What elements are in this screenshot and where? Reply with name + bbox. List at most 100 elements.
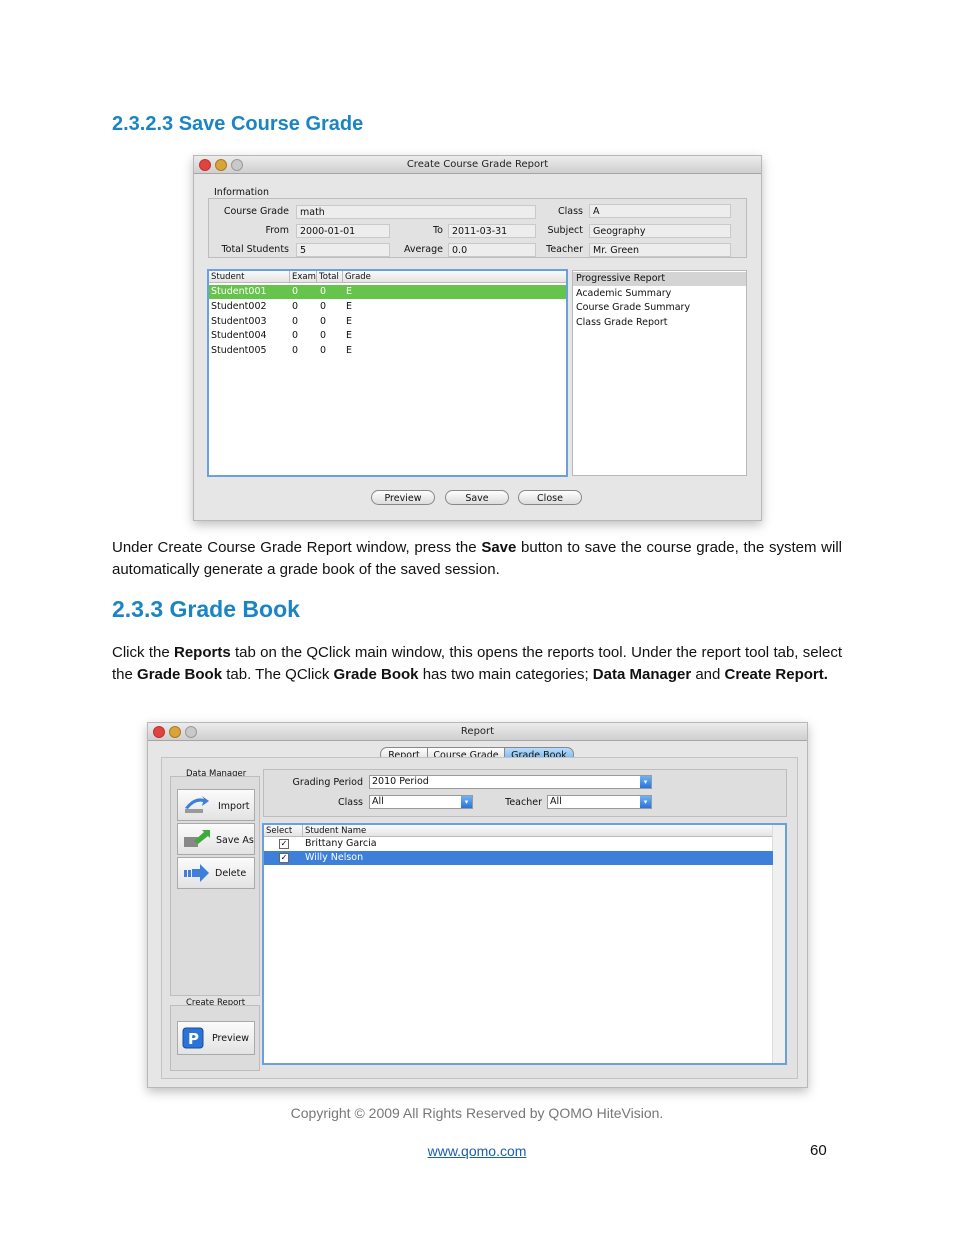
course-grade-label: Course Grade (223, 206, 289, 217)
close-button[interactable]: Close (518, 490, 582, 505)
teacher-label: Teacher (546, 244, 583, 255)
close-window-icon[interactable] (199, 159, 211, 171)
average-field: 0.0 (448, 243, 536, 257)
cell-grade: E (346, 316, 353, 327)
save-as-icon (184, 830, 210, 847)
cell-grade: E (346, 301, 353, 312)
cell-student: Student001 (211, 286, 267, 297)
svg-text:P: P (188, 1030, 199, 1048)
column-header-student-name[interactable]: Student Name (303, 825, 773, 837)
import-button[interactable]: Import (177, 789, 255, 821)
cell-total: 0 (320, 316, 327, 327)
copyright-text: Copyright © 2009 All Rights Reserved by … (290, 1105, 664, 1121)
total-students-field: 5 (296, 243, 390, 257)
delete-button-label: Delete (215, 868, 247, 879)
window-titlebar: Create Course Grade Report (194, 156, 761, 174)
table-row[interactable]: Student005 0 0 E (209, 344, 566, 358)
student-name: Brittany Garcia (305, 838, 377, 849)
cell-exam: 0 (292, 345, 299, 356)
preview-p-icon: P (182, 1027, 204, 1049)
zoom-window-icon[interactable] (185, 726, 197, 738)
to-date-field[interactable]: 2011-03-31 (448, 224, 536, 238)
paragraph-save-description: Under Create Course Grade Report window,… (112, 539, 842, 578)
average-label: Average (403, 244, 443, 255)
list-item[interactable]: ✓ Willy Nelson (264, 851, 773, 865)
select-checkbox[interactable]: ✓ (279, 853, 289, 863)
column-header-exam[interactable]: Exam (290, 271, 317, 283)
report-type-item-course-grade[interactable]: Course Grade Summary (573, 301, 746, 315)
preview-button-label: Preview (212, 1033, 249, 1044)
from-date-field[interactable]: 2000-01-01 (296, 224, 390, 238)
report-type-item-class-grade[interactable]: Class Grade Report (573, 316, 746, 330)
table-row[interactable]: Student004 0 0 E (209, 329, 566, 343)
save-as-button-label: Save As (216, 835, 254, 846)
cell-total: 0 (320, 286, 327, 297)
subject-field[interactable]: Geography (589, 224, 731, 238)
grading-period-value: 2010 Period (372, 776, 429, 787)
class-label: Class (338, 797, 363, 808)
minimize-window-icon[interactable] (169, 726, 181, 738)
report-type-item-progressive[interactable]: Progressive Report (573, 272, 746, 286)
subject-label: Subject (547, 225, 583, 236)
table-row[interactable]: Student001 0 0 E (209, 285, 566, 299)
class-select[interactable]: All ▾ (369, 795, 473, 809)
preview-report-button[interactable]: P Preview (177, 1021, 255, 1055)
cell-exam: 0 (292, 286, 299, 297)
select-checkbox[interactable]: ✓ (279, 839, 289, 849)
total-students-label: Total Students (221, 244, 289, 255)
cell-exam: 0 (292, 330, 299, 341)
cell-grade: E (346, 345, 353, 356)
cell-student: Student003 (211, 316, 267, 327)
student-name: Willy Nelson (305, 852, 364, 863)
column-header-student[interactable]: Student (209, 271, 290, 283)
cell-total: 0 (320, 330, 327, 341)
class-field[interactable]: A (589, 204, 731, 218)
minimize-window-icon[interactable] (215, 159, 227, 171)
save-as-button[interactable]: Save As (177, 823, 255, 855)
section2-heading: 2.3.3 Grade Book (112, 596, 300, 622)
course-grade-field[interactable]: math (296, 205, 536, 219)
list-item[interactable]: ✓ Brittany Garcia (264, 837, 785, 851)
from-label: From (265, 225, 289, 236)
page-number: 60 (810, 1142, 827, 1159)
information-group-label: Information (214, 187, 269, 198)
teacher-field[interactable]: Mr. Green (589, 243, 731, 257)
teacher-label: Teacher (505, 797, 542, 808)
grading-period-label: Grading Period (292, 777, 363, 788)
student-grade-table[interactable]: Student Exam Total Grade Student001 0 0 … (207, 269, 568, 477)
section-heading: 2.3.2.3 Save Course Grade (112, 113, 364, 135)
cell-exam: 0 (292, 301, 299, 312)
grading-period-select[interactable]: 2010 Period ▾ (369, 775, 652, 789)
cell-student: Student004 (211, 330, 267, 341)
teacher-value: All (550, 796, 562, 807)
table-row[interactable]: Student003 0 0 E (209, 315, 566, 329)
delete-button[interactable]: Delete (177, 857, 255, 889)
window-title: Create Course Grade Report (406, 159, 549, 170)
window-titlebar: Report (148, 723, 807, 741)
save-button[interactable]: Save (445, 490, 509, 505)
window-title: Report (460, 726, 495, 737)
preview-button[interactable]: Preview (371, 490, 435, 505)
teacher-select[interactable]: All ▾ (547, 795, 652, 809)
cell-grade: E (346, 286, 353, 297)
close-window-icon[interactable] (153, 726, 165, 738)
student-select-list[interactable]: Select Student Name ✓ Brittany Garcia ✓ … (262, 823, 787, 1065)
to-label: To (432, 225, 443, 236)
data-manager-group: Import Save As Delete (170, 776, 260, 996)
column-header-select[interactable]: Select (264, 825, 303, 837)
column-header-total[interactable]: Total (317, 271, 343, 283)
report-type-list[interactable]: Progressive Report Academic Summary Cour… (572, 270, 747, 476)
import-icon (185, 796, 209, 813)
cell-exam: 0 (292, 316, 299, 327)
report-type-item-academic[interactable]: Academic Summary (573, 287, 746, 301)
column-header-grade[interactable]: Grade (343, 271, 566, 283)
table-row[interactable]: Student002 0 0 E (209, 300, 566, 314)
import-button-label: Import (218, 801, 250, 812)
zoom-window-icon[interactable] (231, 159, 243, 171)
create-report-group: P Preview (170, 1005, 260, 1071)
vertical-scrollbar[interactable] (772, 825, 785, 1063)
class-value: All (372, 796, 384, 807)
cell-total: 0 (320, 345, 327, 356)
chevron-down-icon: ▾ (640, 776, 651, 788)
cell-student: Student002 (211, 301, 267, 312)
